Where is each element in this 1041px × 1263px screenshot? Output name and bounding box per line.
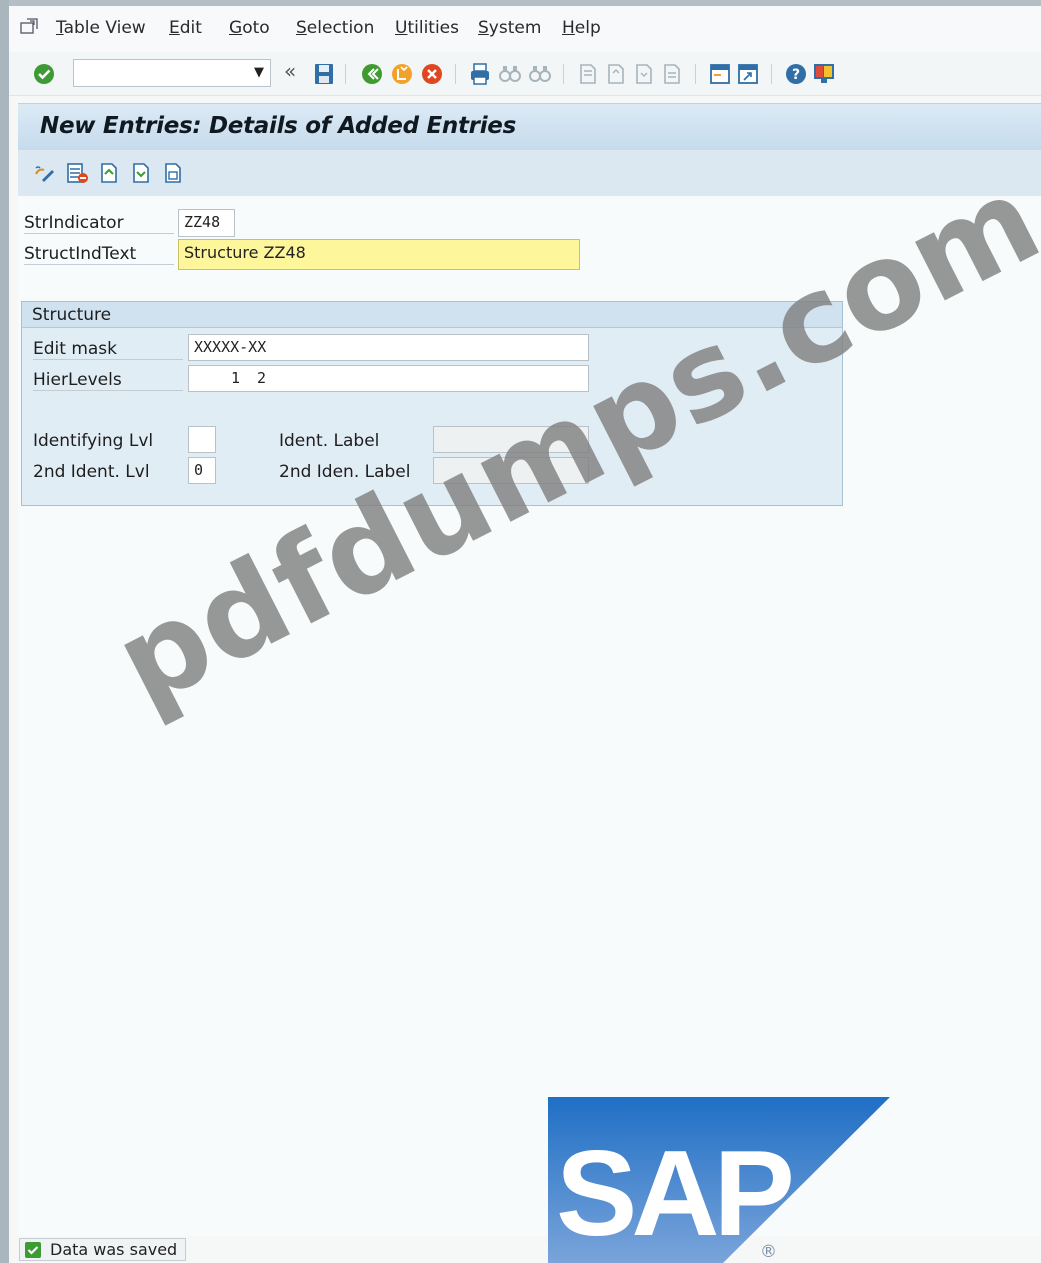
screen-title-bar: New Entries: Details of Added Entries bbox=[18, 103, 1041, 150]
menu-bar: Table View Edit Goto Selection Utilities… bbox=[9, 6, 1041, 52]
struct-ind-text-label: StructIndText bbox=[24, 244, 174, 265]
customize-layout-icon[interactable] bbox=[811, 61, 837, 87]
previous-page-icon bbox=[608, 64, 624, 84]
toolbar-separator bbox=[771, 64, 772, 84]
window-left-border bbox=[0, 0, 9, 1263]
back-icon[interactable] bbox=[359, 61, 385, 87]
svg-text:?: ? bbox=[792, 67, 800, 83]
identifying-lvl-field[interactable] bbox=[188, 426, 216, 453]
exit-icon[interactable] bbox=[389, 61, 415, 87]
struct-ind-text-field[interactable]: Structure ZZ48 bbox=[178, 239, 580, 270]
cancel-icon[interactable] bbox=[419, 61, 445, 87]
history-back-icon[interactable]: « bbox=[284, 59, 310, 85]
toolbar-separator bbox=[345, 64, 346, 84]
hier-levels-label: HierLevels bbox=[33, 370, 183, 391]
menu-system[interactable]: System bbox=[478, 18, 541, 38]
find-next-icon bbox=[529, 66, 551, 82]
print-icon[interactable] bbox=[467, 61, 493, 87]
menu-table-view[interactable]: Table View bbox=[56, 18, 146, 38]
next-entry-icon[interactable] bbox=[128, 160, 154, 186]
change-display-icon[interactable] bbox=[32, 160, 58, 186]
system-toolbar: ▼ « ? bbox=[9, 52, 1041, 96]
second-iden-label-field bbox=[433, 457, 589, 484]
toolbar-separator bbox=[563, 64, 564, 84]
menu-list-icon[interactable] bbox=[19, 17, 41, 37]
structure-group-header: Structure bbox=[22, 302, 842, 328]
delete-icon[interactable] bbox=[64, 160, 90, 186]
second-iden-label-label: 2nd Iden. Label bbox=[279, 462, 411, 482]
structure-group: Structure Edit mask XXXXX-XX HierLevels … bbox=[21, 301, 843, 506]
status-message-text: Data was saved bbox=[50, 1240, 178, 1259]
identifying-lvl-label: Identifying Lvl bbox=[33, 431, 154, 451]
ident-label-label: Ident. Label bbox=[279, 431, 380, 451]
application-toolbar bbox=[18, 150, 1041, 196]
last-page-icon bbox=[664, 64, 680, 84]
menu-help[interactable]: Help bbox=[562, 18, 601, 38]
help-icon[interactable]: ? bbox=[783, 61, 809, 87]
second-ident-lvl-label: 2nd Ident. Lvl bbox=[33, 462, 150, 482]
save-icon[interactable] bbox=[311, 61, 337, 87]
str-indicator-label: StrIndicator bbox=[24, 213, 174, 234]
menu-goto[interactable]: Goto bbox=[229, 18, 270, 38]
menu-utilities[interactable]: Utilities bbox=[395, 18, 459, 38]
edit-mask-field[interactable]: XXXXX-XX bbox=[188, 334, 589, 361]
toolbar-separator bbox=[455, 64, 456, 84]
page-title: New Entries: Details of Added Entries bbox=[40, 113, 516, 139]
structure-group-title: Structure bbox=[32, 305, 112, 325]
edit-mask-label: Edit mask bbox=[33, 339, 183, 360]
second-ident-lvl-field[interactable]: 0 bbox=[188, 457, 216, 484]
toolbar-separator bbox=[695, 64, 696, 84]
menu-selection[interactable]: Selection bbox=[296, 18, 374, 38]
create-session-icon[interactable] bbox=[707, 61, 733, 87]
enter-icon[interactable] bbox=[31, 61, 57, 87]
str-indicator-field[interactable]: ZZ48 bbox=[178, 209, 235, 237]
success-check-icon bbox=[25, 1242, 41, 1258]
previous-entry-icon[interactable] bbox=[96, 160, 122, 186]
find-icon bbox=[499, 66, 521, 82]
menu-edit[interactable]: Edit bbox=[169, 18, 202, 38]
command-field[interactable]: ▼ bbox=[73, 59, 271, 87]
next-page-icon bbox=[636, 64, 652, 84]
shortcut-icon[interactable] bbox=[735, 61, 761, 87]
chevron-down-icon[interactable]: ▼ bbox=[254, 65, 264, 80]
ident-label-field bbox=[433, 426, 589, 453]
first-page-icon bbox=[580, 64, 596, 84]
status-bar: Data was saved bbox=[9, 1236, 1041, 1263]
hier-levels-field[interactable]: 1 2 bbox=[188, 365, 589, 392]
select-all-icon[interactable] bbox=[160, 160, 186, 186]
main-content: StrIndicator ZZ48 StructIndText Structur… bbox=[18, 196, 1041, 1236]
status-message[interactable]: Data was saved bbox=[19, 1238, 187, 1261]
